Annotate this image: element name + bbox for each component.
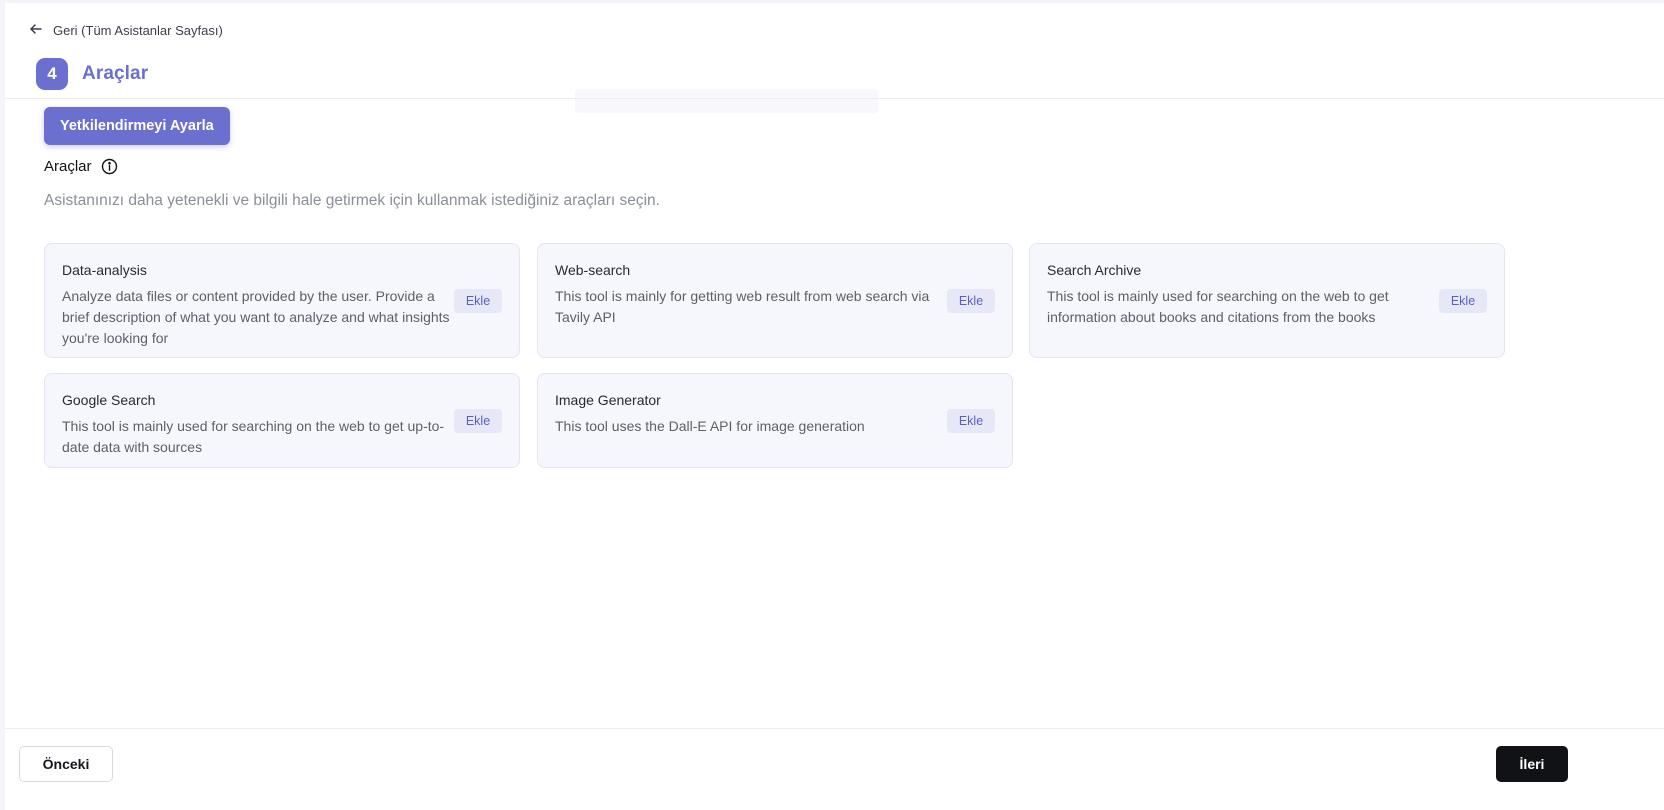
- step-title: Araçlar: [82, 63, 149, 84]
- info-circle-icon[interactable]: [101, 158, 118, 175]
- add-tool-button[interactable]: Ekle: [947, 409, 995, 433]
- step-number-badge: 4: [36, 58, 68, 90]
- tool-name: Web-search: [555, 262, 631, 278]
- footer-divider: [5, 728, 1664, 729]
- add-tool-button[interactable]: Ekle: [1439, 289, 1487, 313]
- back-link[interactable]: Geri (Tüm Asistanlar Sayfası): [29, 19, 223, 41]
- tool-description: This tool is mainly used for searching o…: [62, 418, 445, 455]
- tool-name: Search Archive: [1047, 262, 1142, 278]
- tools-section-label: Araçlar: [44, 158, 118, 175]
- header-divider: [5, 98, 1664, 99]
- page-frame: Geri (Tüm Asistanlar Sayfası) 4 Araçlar …: [5, 3, 1664, 810]
- tool-card-google-search: Google Search This tool is mainly used f…: [44, 373, 520, 468]
- tool-description: Analyze data files or content provided b…: [62, 288, 450, 346]
- tool-name: Google Search: [62, 392, 156, 408]
- previous-button[interactable]: Önceki: [19, 746, 113, 782]
- arrow-left-icon: [29, 22, 43, 39]
- tool-card-web-search: Web-search This tool is mainly for getti…: [537, 243, 1013, 358]
- tool-name: Data-analysis: [62, 262, 147, 278]
- tool-description: This tool uses the Dall-E API for image …: [555, 418, 865, 434]
- faded-overlay-strip: [575, 89, 878, 113]
- tool-description: This tool is mainly for getting web resu…: [555, 288, 930, 325]
- tool-card-search-archive: Search Archive This tool is mainly used …: [1029, 243, 1505, 358]
- tool-card-data-analysis: Data-analysis Analyze data files or cont…: [44, 243, 520, 358]
- next-button[interactable]: İleri: [1496, 746, 1568, 782]
- tool-name: Image Generator: [555, 392, 661, 408]
- add-tool-button[interactable]: Ekle: [947, 289, 995, 313]
- add-tool-button[interactable]: Ekle: [454, 289, 502, 313]
- tools-section-description: Asistanınızı daha yetenekli ve bilgili h…: [44, 192, 660, 209]
- tools-section-title: Araçlar: [44, 158, 92, 175]
- tool-description: This tool is mainly used for searching o…: [1047, 288, 1389, 325]
- back-link-label: Geri (Tüm Asistanlar Sayfası): [53, 22, 223, 38]
- step-header: 4 Araçlar: [36, 58, 148, 90]
- configure-authorization-button[interactable]: Yetkilendirmeyi Ayarla: [44, 107, 230, 145]
- add-tool-button[interactable]: Ekle: [454, 409, 502, 433]
- tool-card-image-generator: Image Generator This tool uses the Dall-…: [537, 373, 1013, 468]
